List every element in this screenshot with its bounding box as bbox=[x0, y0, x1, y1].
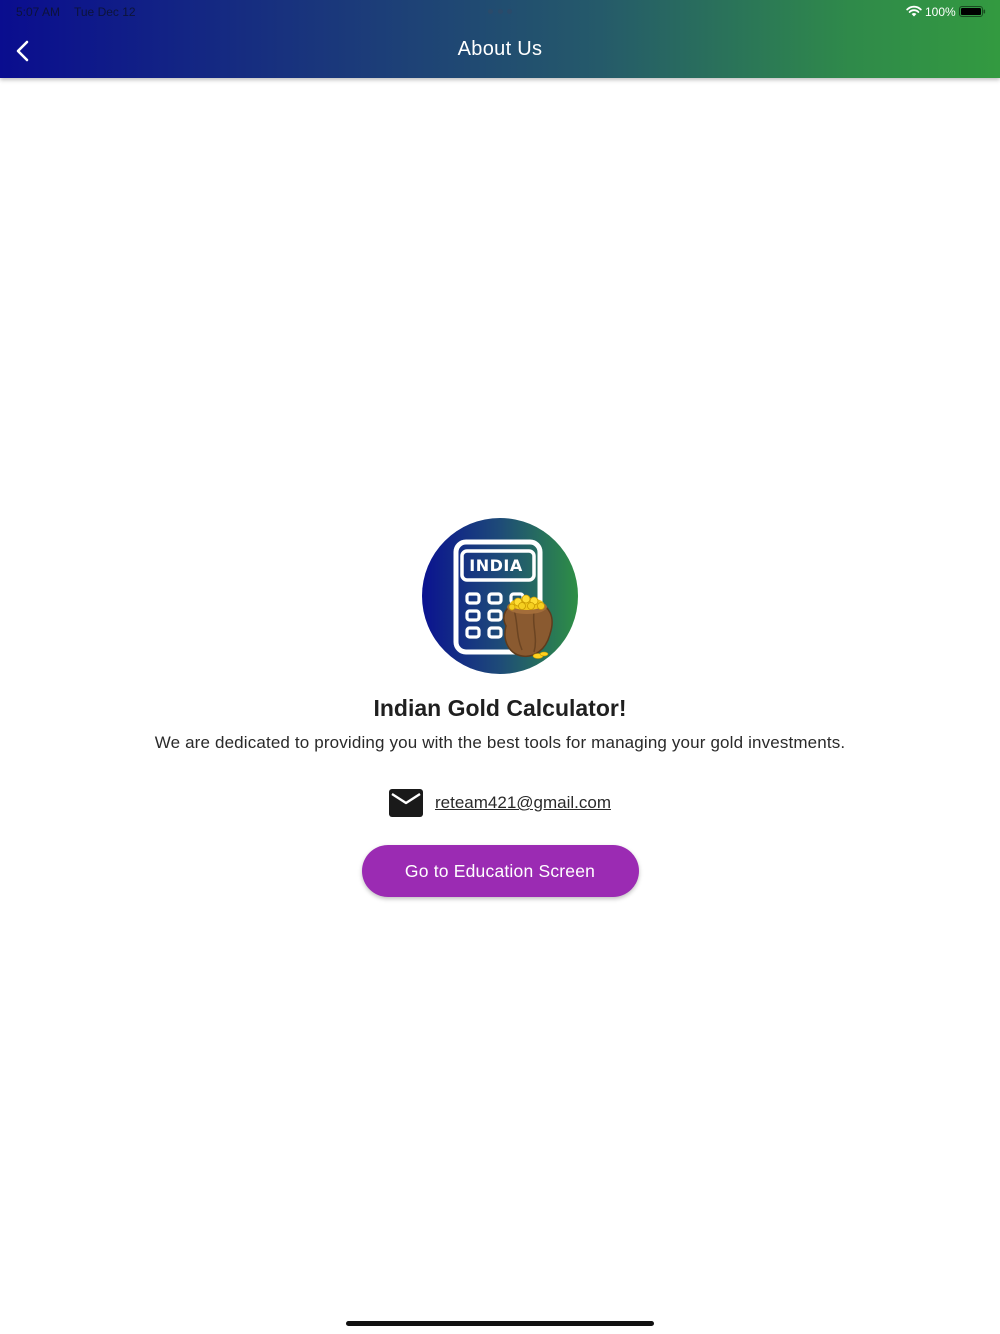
app-bar: 5:07 AM Tue Dec 12 100% About Us bbox=[0, 0, 1000, 78]
wifi-icon bbox=[906, 5, 922, 17]
email-link[interactable]: reteam421@gmail.com bbox=[435, 793, 611, 813]
battery-percent: 100% bbox=[925, 5, 956, 19]
status-bar: 5:07 AM Tue Dec 12 100% bbox=[0, 0, 1000, 24]
go-to-education-button[interactable]: Go to Education Screen bbox=[361, 845, 639, 897]
about-content: INDIA Indian Gold Calculator! We are ded… bbox=[0, 518, 1000, 897]
page-title: About Us bbox=[457, 38, 543, 60]
about-us-screen: 5:07 AM Tue Dec 12 100% About Us INDIA I… bbox=[0, 0, 1000, 1334]
status-time: 5:07 AM bbox=[16, 5, 61, 19]
calculator-with-gold-bag-icon bbox=[453, 539, 553, 659]
mail-icon bbox=[389, 789, 423, 817]
multitasking-dots-icon[interactable] bbox=[488, 9, 512, 15]
logo-badge-text: INDIA bbox=[469, 556, 523, 575]
home-indicator[interactable] bbox=[346, 1321, 654, 1326]
app-name-heading: Indian Gold Calculator! bbox=[373, 695, 627, 721]
status-date: Tue Dec 12 bbox=[74, 5, 136, 19]
app-logo: INDIA bbox=[422, 518, 578, 674]
contact-row: reteam421@gmail.com bbox=[389, 789, 611, 817]
battery-icon bbox=[959, 6, 986, 17]
tagline-text: We are dedicated to providing you with t… bbox=[154, 733, 846, 752]
